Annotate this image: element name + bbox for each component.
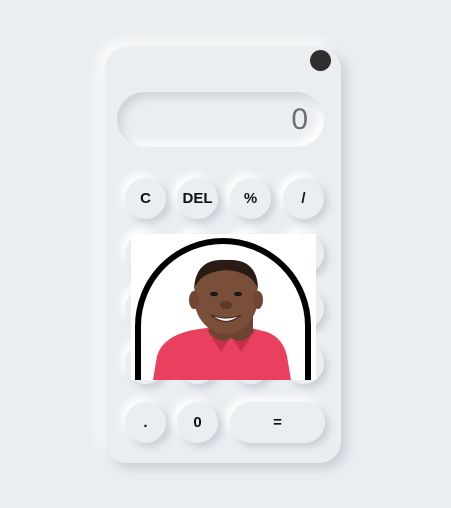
divide-button[interactable]: / — [283, 178, 324, 219]
delete-button[interactable]: DEL — [177, 178, 218, 219]
profile-photo — [131, 234, 316, 380]
equals-button[interactable]: = — [230, 402, 325, 443]
clear-button[interactable]: C — [125, 178, 166, 219]
percent-button[interactable]: % — [230, 178, 271, 219]
display: 0 — [117, 92, 324, 147]
decimal-button[interactable]: . — [125, 402, 166, 443]
zero-button[interactable]: 0 — [177, 402, 218, 443]
display-value: 0 — [291, 102, 308, 136]
theme-toggle-icon[interactable] — [310, 50, 331, 71]
